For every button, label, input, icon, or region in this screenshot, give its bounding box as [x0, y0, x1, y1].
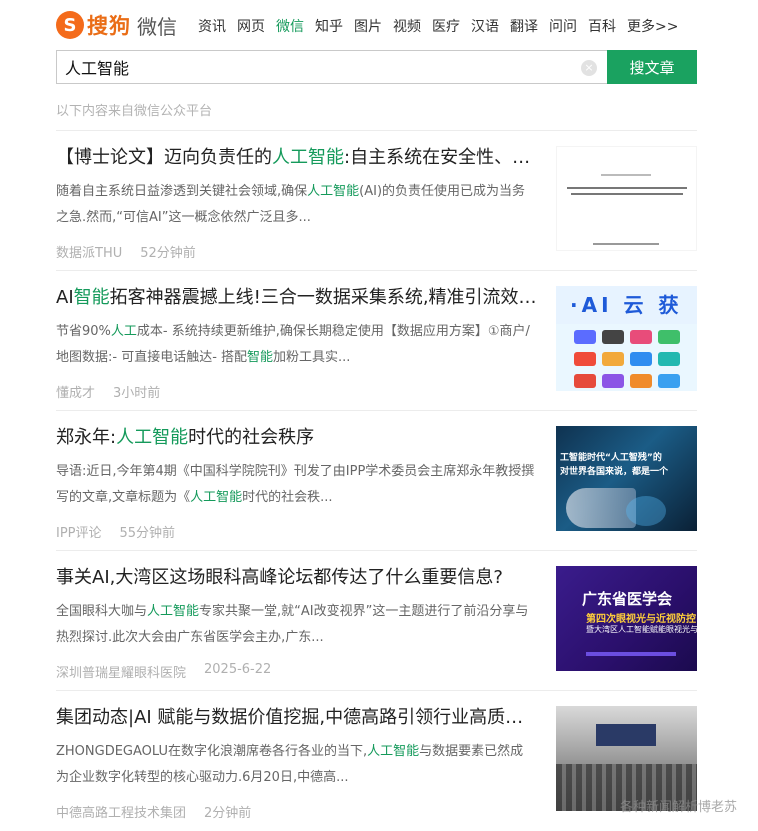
- logo-brand: 搜狗: [87, 14, 131, 38]
- nav-wenwen[interactable]: 问问: [549, 16, 577, 36]
- sogou-logo[interactable]: S 搜狗 微信: [56, 8, 177, 42]
- app-tile: [602, 374, 624, 388]
- nav-translate[interactable]: 翻译: [510, 16, 538, 36]
- result-item: 郑永年:人工智能时代的社会秩序 导语:近日,今年第4期《中国科学院院刊》刊发了由…: [56, 426, 697, 566]
- top-nav: 资讯 网页 微信 知乎 图片 视频 医疗 汉语 翻译 问问 百科 更多>>: [198, 16, 689, 36]
- result-item: 事关AI,大湾区这场眼科高峰论坛都传达了什么重要信息? 全国眼科大咖与人工智能专…: [56, 566, 697, 706]
- thumb-bar: [586, 652, 676, 656]
- watermark: 各种新闻解析博老苏: [620, 800, 738, 815]
- result-thumbnail[interactable]: 工智能时代“人工智残”的 对世界各国来说，都是一个: [556, 426, 697, 531]
- result-title[interactable]: AI智能拓客神器震撼上线!三合一数据采集系统,精准引流效…: [56, 286, 540, 310]
- nav-weixin[interactable]: 微信: [276, 16, 304, 36]
- result-time: 55分钟前: [119, 526, 176, 541]
- search-input[interactable]: [65, 57, 565, 77]
- glow-graphic: [626, 496, 666, 526]
- divider: [56, 130, 697, 131]
- thumb-text-line: [601, 174, 651, 176]
- result-source[interactable]: 深圳普瑞星耀眼科医院: [56, 662, 186, 681]
- app-tile: [630, 330, 652, 344]
- app-tile: [602, 330, 624, 344]
- nav-video[interactable]: 视频: [393, 16, 421, 36]
- thumb-text-line: [567, 187, 687, 189]
- nav-more[interactable]: 更多>>: [627, 16, 678, 36]
- nav-web[interactable]: 网页: [237, 16, 265, 36]
- thumb-subheading: 第四次眼视光与近视防控: [586, 614, 696, 625]
- app-tile: [602, 352, 624, 366]
- result-source[interactable]: 中德高路工程技术集团: [56, 802, 186, 821]
- search-articles-button[interactable]: 搜文章: [607, 50, 697, 84]
- result-snippet: 随着自主系统日益渗透到关键社会领域,确保人工智能(AI)的负责任使用已成为当务之…: [56, 184, 526, 225]
- result-snippet: ZHONGDEGAOLU在数字化浪潮席卷各行各业的当下,人工智能与数据要素已然成…: [56, 744, 524, 785]
- thumb-banner: ·AI 云 获: [556, 286, 697, 324]
- stage-screen-graphic: [596, 724, 656, 746]
- result-meta: IPP评论 55分钟前: [56, 522, 175, 541]
- result-snippet: 节省90%人工成本- 系统持续更新维护,确保长期稳定使用【数据应用方案】①商户/…: [56, 324, 530, 365]
- search-bar: × 搜文章: [56, 50, 697, 84]
- result-item: 【博士论文】迈向负责任的人工智能:自主系统在安全性、… 随着自主系统日益渗透到关…: [56, 146, 697, 286]
- result-time: 3小时前: [113, 386, 161, 401]
- result-item: AI智能拓客神器震撼上线!三合一数据采集系统,精准引流效… 节省90%人工成本-…: [56, 286, 697, 426]
- sogou-s-icon: S: [56, 11, 84, 39]
- result-meta: 懂成才 3小时前: [56, 382, 160, 401]
- result-source[interactable]: 懂成才: [56, 382, 95, 401]
- result-title[interactable]: 事关AI,大湾区这场眼科高峰论坛都传达了什么重要信息?: [56, 566, 540, 590]
- divider: [56, 690, 697, 691]
- nav-medical[interactable]: 医疗: [432, 16, 460, 36]
- nav-zhihu[interactable]: 知乎: [315, 16, 343, 36]
- app-tile: [574, 374, 596, 388]
- app-tile: [630, 374, 652, 388]
- app-tile: [658, 352, 680, 366]
- sogou-weixin-search-page: S 搜狗 微信 资讯 网页 微信 知乎 图片 视频 医疗 汉语 翻译 问问 百科…: [0, 0, 758, 831]
- clear-icon[interactable]: ×: [581, 60, 597, 76]
- thumb-heading: 广东省医学会: [582, 590, 673, 608]
- result-source[interactable]: IPP评论: [56, 522, 102, 541]
- result-time: 2025-6-22: [204, 662, 272, 677]
- result-thumbnail[interactable]: ·AI 云 获: [556, 286, 697, 391]
- source-note: 以下内容来自微信公众平台: [56, 104, 213, 119]
- thumb-text-line: [571, 193, 683, 195]
- result-time: 2分钟前: [204, 806, 252, 821]
- thumb-caption: 工智能时代“人工智残”的: [560, 453, 662, 463]
- divider: [56, 270, 697, 271]
- app-tile: [658, 374, 680, 388]
- nav-news[interactable]: 资讯: [198, 16, 226, 36]
- result-meta: 中德高路工程技术集团 2分钟前: [56, 802, 251, 821]
- logo-product: 微信: [137, 14, 177, 39]
- result-title[interactable]: 【博士论文】迈向负责任的人工智能:自主系统在安全性、…: [56, 146, 540, 170]
- result-source[interactable]: 数据派THU: [56, 242, 122, 261]
- result-meta: 数据派THU 52分钟前: [56, 242, 196, 261]
- nav-images[interactable]: 图片: [354, 16, 382, 36]
- thumb-subheading: 暨大湾区人工智能赋能眼视光与: [586, 625, 697, 634]
- result-time: 52分钟前: [140, 246, 196, 261]
- result-thumbnail[interactable]: [556, 146, 697, 251]
- result-snippet: 全国眼科大咖与人工智能专家共聚一堂,就“AI改变视界”这一主题进行了前沿分享与热…: [56, 604, 529, 645]
- divider: [56, 410, 697, 411]
- result-title[interactable]: 郑永年:人工智能时代的社会秩序: [56, 426, 540, 450]
- nav-baike[interactable]: 百科: [588, 16, 616, 36]
- nav-hanyu[interactable]: 汉语: [471, 16, 499, 36]
- app-tile: [630, 352, 652, 366]
- result-title[interactable]: 集团动态|AI 赋能与数据价值挖掘,中德高路引领行业高质…: [56, 706, 540, 730]
- result-meta: 深圳普瑞星耀眼科医院 2025-6-22: [56, 662, 271, 681]
- app-tile: [574, 330, 596, 344]
- app-tile: [658, 330, 680, 344]
- thumb-caption: 对世界各国来说，都是一个: [560, 467, 669, 477]
- divider: [56, 550, 697, 551]
- result-item: 集团动态|AI 赋能与数据价值挖掘,中德高路引领行业高质… ZHONGDEGAO…: [56, 706, 697, 831]
- result-snippet: 导语:近日,今年第4期《中国科学院院刊》刊发了由IPP学术委员会主席郑永年教授撰…: [56, 464, 535, 505]
- thumb-text-line: [593, 243, 659, 245]
- search-box: ×: [56, 50, 607, 84]
- app-tile: [574, 352, 596, 366]
- result-thumbnail[interactable]: 广东省医学会 第四次眼视光与近视防控 暨大湾区人工智能赋能眼视光与: [556, 566, 697, 671]
